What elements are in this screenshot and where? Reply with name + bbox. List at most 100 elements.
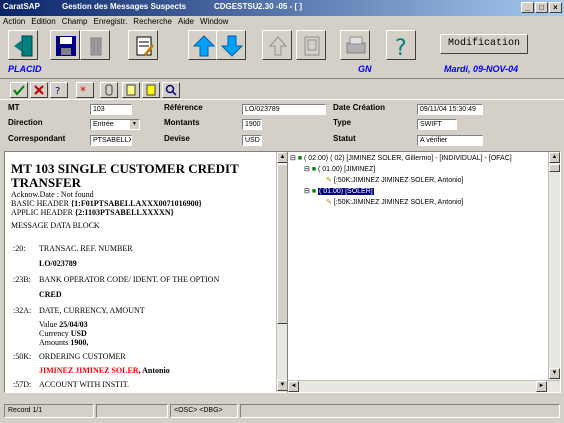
main-toolbar: ? Modification bbox=[0, 28, 564, 62]
previous-record-button[interactable] bbox=[188, 30, 218, 60]
date-creation-field[interactable]: 09/11/04 15:30:49 bbox=[417, 104, 483, 115]
page-button[interactable] bbox=[142, 82, 160, 98]
field-tag: :20: bbox=[13, 244, 26, 253]
montants-field[interactable]: 1900 bbox=[242, 119, 262, 130]
field-tag: :50K: bbox=[13, 352, 32, 361]
menu-enregistr[interactable]: Enregistr. bbox=[94, 16, 128, 28]
direction-value: Entrée bbox=[93, 121, 114, 128]
maximize-button[interactable]: □ bbox=[535, 2, 548, 13]
scroll-left-arrow[interactable]: ◄ bbox=[288, 381, 299, 392]
query-button[interactable]: ? bbox=[50, 82, 68, 98]
tree-node-label: ( 01.00) [JIMINEZ] bbox=[318, 166, 376, 173]
scroll-up-arrow[interactable]: ▲ bbox=[549, 152, 560, 163]
type-label: Type bbox=[333, 118, 352, 127]
scroll-right-arrow[interactable]: ► bbox=[536, 381, 547, 392]
tree-node[interactable]: ⊟ ■ ( 01.00) [JIMINEZ] bbox=[304, 165, 375, 175]
collapse-icon[interactable]: ⊟ bbox=[290, 155, 296, 162]
next-record-button[interactable] bbox=[216, 30, 246, 60]
type-field[interactable]: SWIFT bbox=[417, 119, 457, 130]
field-desc: DATE, CURRENCY, AMOUNT bbox=[39, 306, 145, 315]
scroll-down-arrow[interactable]: ▼ bbox=[549, 368, 560, 379]
message-pane[interactable]: MT 103 SINGLE CUSTOMER CREDIT TRANSFER A… bbox=[4, 151, 289, 393]
reference-label: Référence bbox=[164, 103, 203, 112]
exit-button[interactable] bbox=[8, 30, 38, 60]
window-code: CDGESTSU bbox=[214, 2, 259, 11]
scroll-thumb[interactable] bbox=[549, 164, 560, 172]
arrow-down-icon bbox=[220, 35, 244, 57]
menu-recherche[interactable]: Recherche bbox=[133, 16, 172, 28]
app-name: CaratSAP bbox=[3, 2, 40, 11]
statut-field[interactable]: A vérifier bbox=[417, 135, 483, 146]
magnifier-icon bbox=[165, 84, 177, 96]
status-empty bbox=[96, 404, 168, 418]
first-record-button[interactable] bbox=[262, 30, 292, 60]
match-tree-pane[interactable]: ⊟ ■ ( 02.00) ( 02) [JIMINEZ SOLER, Gille… bbox=[287, 151, 561, 393]
search-button[interactable] bbox=[162, 82, 180, 98]
menu-action[interactable]: Action bbox=[3, 16, 25, 28]
menu-window[interactable]: Window bbox=[200, 16, 228, 28]
dropdown-arrow-icon[interactable]: ▼ bbox=[130, 120, 139, 129]
document-stack-button[interactable] bbox=[296, 30, 326, 60]
tree-hscrollbar[interactable]: ◄ ► bbox=[288, 380, 560, 392]
mt-label: MT bbox=[8, 103, 20, 112]
save-icon bbox=[56, 36, 76, 56]
document-green-icon: ■ bbox=[311, 188, 317, 195]
tree-leaf-label: [:50K:JIMINEZ JIMINEZ SOLER, Antonio] bbox=[333, 177, 464, 184]
collapse-icon[interactable]: ⊟ bbox=[304, 188, 310, 195]
notes-button[interactable] bbox=[122, 82, 140, 98]
currency: Currency USD bbox=[39, 329, 87, 338]
mark-button[interactable]: * bbox=[76, 82, 94, 98]
field-value: CRED bbox=[39, 290, 62, 299]
field-tag: :57D: bbox=[13, 380, 32, 389]
help-button[interactable]: ? bbox=[386, 30, 416, 60]
user-initials: GN bbox=[358, 64, 372, 74]
field-desc: ACCOUNT WITH INSTIT. bbox=[39, 380, 129, 389]
minimize-button[interactable]: _ bbox=[521, 2, 534, 13]
info-bar: PLACID GN Mardi, 09-NOV-04 bbox=[0, 62, 564, 76]
delete-button[interactable] bbox=[80, 30, 110, 60]
svg-text:?: ? bbox=[55, 86, 60, 96]
record-status: Record 1/1 bbox=[4, 404, 94, 418]
acknow-date: Acknow.Date : Not found bbox=[11, 190, 94, 199]
checkmark-icon bbox=[13, 85, 25, 96]
tree-leaf[interactable]: ✎ [:50K:JIMINEZ JIMINEZ SOLER, Antonio] bbox=[326, 176, 463, 186]
menu-champ[interactable]: Champ bbox=[62, 16, 88, 28]
message-header-form: MT 103 Direction Entrée ▼ Correspondant … bbox=[0, 101, 564, 149]
mt-field[interactable]: 103 bbox=[90, 104, 132, 115]
edit-document-button[interactable] bbox=[128, 30, 158, 60]
save-button[interactable] bbox=[50, 30, 80, 60]
print-button[interactable] bbox=[340, 30, 370, 60]
collapse-icon[interactable]: ⊟ bbox=[304, 166, 310, 173]
tree-scrollbar[interactable]: ▲ ▼ bbox=[548, 152, 560, 380]
menu-edition[interactable]: Edition bbox=[31, 16, 55, 28]
tree-node-selected[interactable]: ⊟ ■ ( 01.00) [SOLER] bbox=[304, 187, 374, 197]
field-tag: :32A: bbox=[13, 306, 32, 315]
attach-button[interactable] bbox=[100, 82, 118, 98]
arrow-up-icon bbox=[192, 35, 216, 57]
mode-status: <OSC> <DBG> bbox=[170, 404, 238, 418]
clip-icon bbox=[105, 84, 113, 96]
tree-leaf[interactable]: ✎ [:50K:JIMINEZ JIMINEZ SOLER, Antonio] bbox=[326, 198, 463, 208]
exit-icon bbox=[14, 35, 33, 57]
field-desc: BANK OPERATOR CODE/ IDENT. OF THE OPTION bbox=[39, 275, 220, 284]
tree-root[interactable]: ⊟ ■ ( 02.00) ( 02) [JIMINEZ SOLER, Gille… bbox=[290, 154, 512, 164]
statut-label: Statut bbox=[333, 134, 356, 143]
direction-select[interactable]: Entrée ▼ bbox=[90, 119, 140, 130]
pencil-icon: ✎ bbox=[326, 199, 332, 206]
validate-button[interactable] bbox=[10, 82, 28, 98]
menu-bar: Action Edition Champ Enregistr. Recherch… bbox=[0, 16, 564, 28]
menu-aide[interactable]: Aide bbox=[178, 16, 194, 28]
field-desc: ORDERING CUSTOMER bbox=[39, 352, 126, 361]
modification-button[interactable]: Modification bbox=[440, 34, 528, 54]
document-stack-icon bbox=[304, 36, 320, 56]
reject-button[interactable] bbox=[30, 82, 48, 98]
reference-field[interactable]: LO/023789 bbox=[242, 104, 326, 115]
amount: Amounts 1900, bbox=[39, 338, 89, 347]
devise-field[interactable]: USD bbox=[242, 135, 262, 146]
applic-header: APPLIC HEADER {2:I103PTSABELLXXXXN} bbox=[11, 208, 174, 217]
close-button[interactable]: × bbox=[549, 2, 562, 13]
field-tag: :23B: bbox=[13, 275, 31, 284]
correspondant-field[interactable]: PTSABELLXXX bbox=[90, 135, 132, 146]
devise-label: Devise bbox=[164, 134, 190, 143]
people-icon: ■ bbox=[297, 155, 303, 162]
